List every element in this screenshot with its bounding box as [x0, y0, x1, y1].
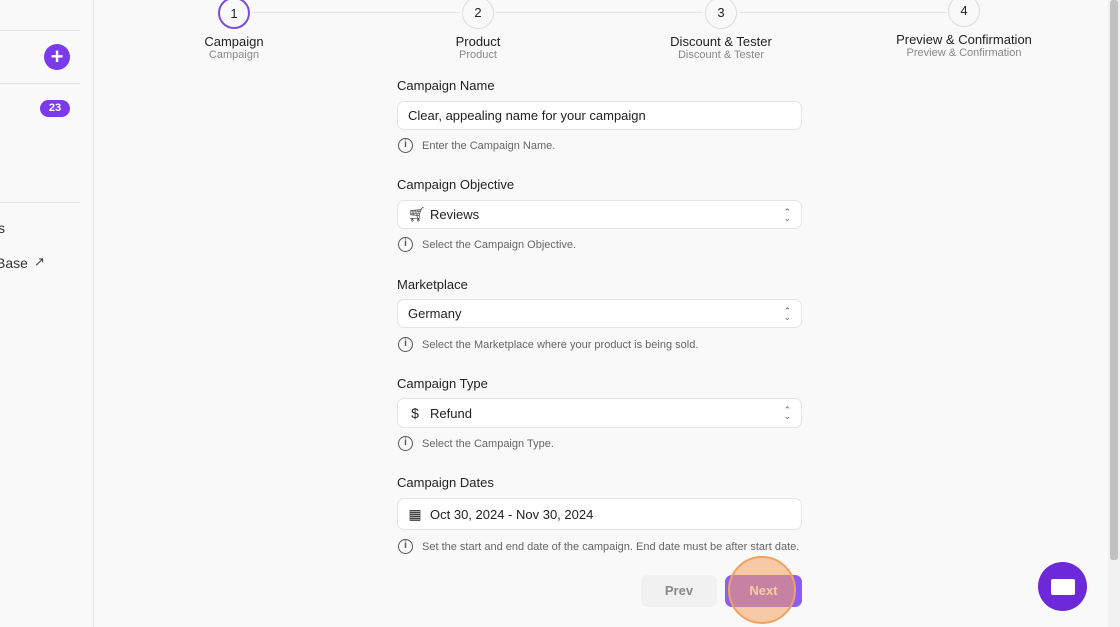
chevron-up-down-icon: ⌃ ⌄ — [783, 305, 791, 322]
sidebar-item-base[interactable]: Base — [0, 255, 28, 271]
info-icon: i — [398, 237, 413, 252]
add-button[interactable]: + — [44, 44, 70, 70]
campaign-dates-picker[interactable]: ▦ Oct 30, 2024 - Nov 30, 2024 — [397, 498, 802, 530]
campaign-type-help: i Select the Campaign Type. — [398, 436, 554, 451]
scrollbar[interactable] — [1108, 0, 1120, 627]
divider — [0, 83, 80, 84]
campaign-objective-value: Reviews — [430, 207, 480, 222]
prev-button[interactable]: Prev — [641, 575, 717, 607]
sidebar: + 23 s Base ↗ — [0, 0, 94, 627]
chevron-up-down-icon: ⌃ ⌄ — [783, 405, 791, 421]
help-text: Set the start and end date of the campai… — [422, 540, 800, 553]
step-connector — [739, 12, 946, 13]
step-3-circle[interactable]: 3 — [705, 0, 737, 29]
step-3-sub: Discount & Tester — [677, 49, 764, 61]
campaign-objective-select[interactable]: 🛒︎ Reviews ⌃ ⌄ — [397, 200, 802, 229]
campaign-type-value: Refund — [430, 405, 472, 421]
next-button[interactable]: Next — [725, 575, 802, 607]
info-icon: i — [398, 337, 413, 352]
external-link-icon: ↗ — [34, 254, 45, 269]
campaign-type-label: Campaign Type — [397, 376, 488, 391]
step-1-label: Campaign — [204, 34, 264, 49]
step-1-sub: Campaign — [208, 49, 260, 61]
help-text: Select the Campaign Objective. — [422, 238, 577, 251]
sidebar-item[interactable]: s — [0, 220, 5, 236]
scrollbar-thumb[interactable] — [1110, 0, 1118, 560]
step-2-sub: Product — [459, 49, 497, 61]
help-text: Enter the Campaign Name. — [422, 139, 556, 152]
calendar-icon: ▦ — [408, 505, 422, 522]
chevron-up-down-icon: ⌃ ⌄ — [783, 206, 791, 223]
dollar-circle-icon: $ — [411, 405, 419, 421]
info-icon: i — [398, 436, 413, 451]
count-badge: 23 — [40, 100, 70, 117]
step-2-label: Product — [455, 34, 501, 49]
step-4-circle[interactable]: 4 — [948, 0, 980, 27]
step-3-label: Discount & Tester — [670, 34, 772, 49]
campaign-dates-label: Campaign Dates — [397, 475, 494, 490]
campaign-dates-help: i Set the start and end date of the campa… — [398, 539, 799, 554]
marketplace-label: Marketplace — [397, 277, 468, 292]
campaign-type-select[interactable]: $ Refund ⌃ ⌄ — [397, 398, 802, 428]
step-4-label: Preview & Confirmation — [896, 32, 1032, 47]
info-icon: i — [398, 539, 413, 554]
help-text: Select the Marketplace where your produc… — [422, 338, 699, 351]
marketplace-help: i Select the Marketplace where your produ… — [398, 337, 698, 352]
campaign-objective-help: i Select the Campaign Objective. — [398, 237, 576, 252]
divider — [0, 30, 80, 31]
chat-icon — [1050, 578, 1075, 595]
campaign-name-help: i Enter the Campaign Name. — [398, 138, 555, 153]
help-text: Select the Campaign Type. — [422, 437, 554, 450]
step-4-sub: Preview & Confirmation — [906, 47, 1022, 59]
divider — [0, 202, 80, 203]
campaign-name-input[interactable]: Clear, appealing name for your campaign — [397, 101, 802, 130]
campaign-objective-label: Campaign Objective — [397, 177, 515, 192]
step-1-circle[interactable]: 1 — [218, 0, 250, 29]
step-connector — [496, 12, 703, 13]
cart-icon: 🛒︎ — [408, 206, 426, 222]
campaign-name-value: Clear, appealing name for your campaign — [408, 108, 646, 123]
step-connector — [252, 12, 460, 13]
campaign-name-label: Campaign Name — [397, 78, 495, 93]
step-2-circle[interactable]: 2 — [462, 0, 494, 29]
chat-button[interactable] — [1038, 562, 1087, 611]
marketplace-value: Germany — [408, 306, 462, 321]
info-icon: i — [398, 138, 413, 153]
campaign-dates-value: Oct 30, 2024 - Nov 30, 2024 — [430, 506, 594, 522]
marketplace-select[interactable]: Germany ⌃ ⌄ — [397, 299, 802, 328]
